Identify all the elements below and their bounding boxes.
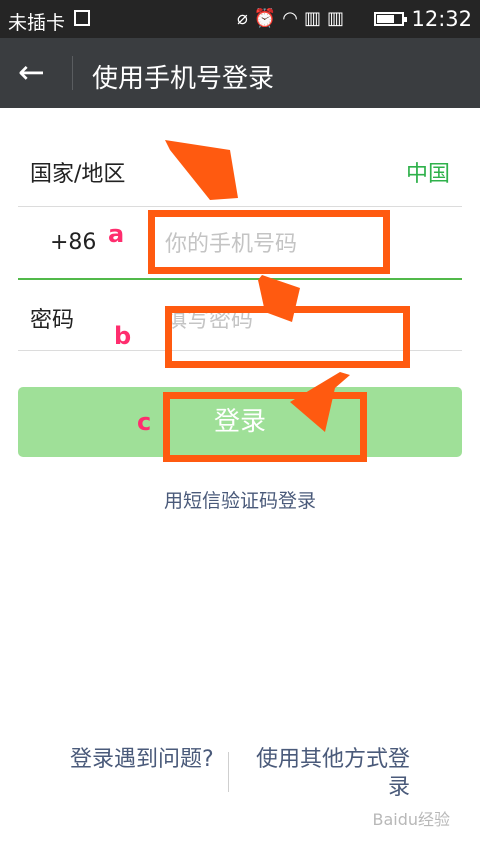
arrow-icon [165, 140, 238, 200]
arrow-icon [258, 275, 300, 322]
arrow-icon [290, 372, 350, 432]
annotation-arrows [165, 140, 350, 432]
watermark: Baidu经验 [372, 810, 450, 829]
